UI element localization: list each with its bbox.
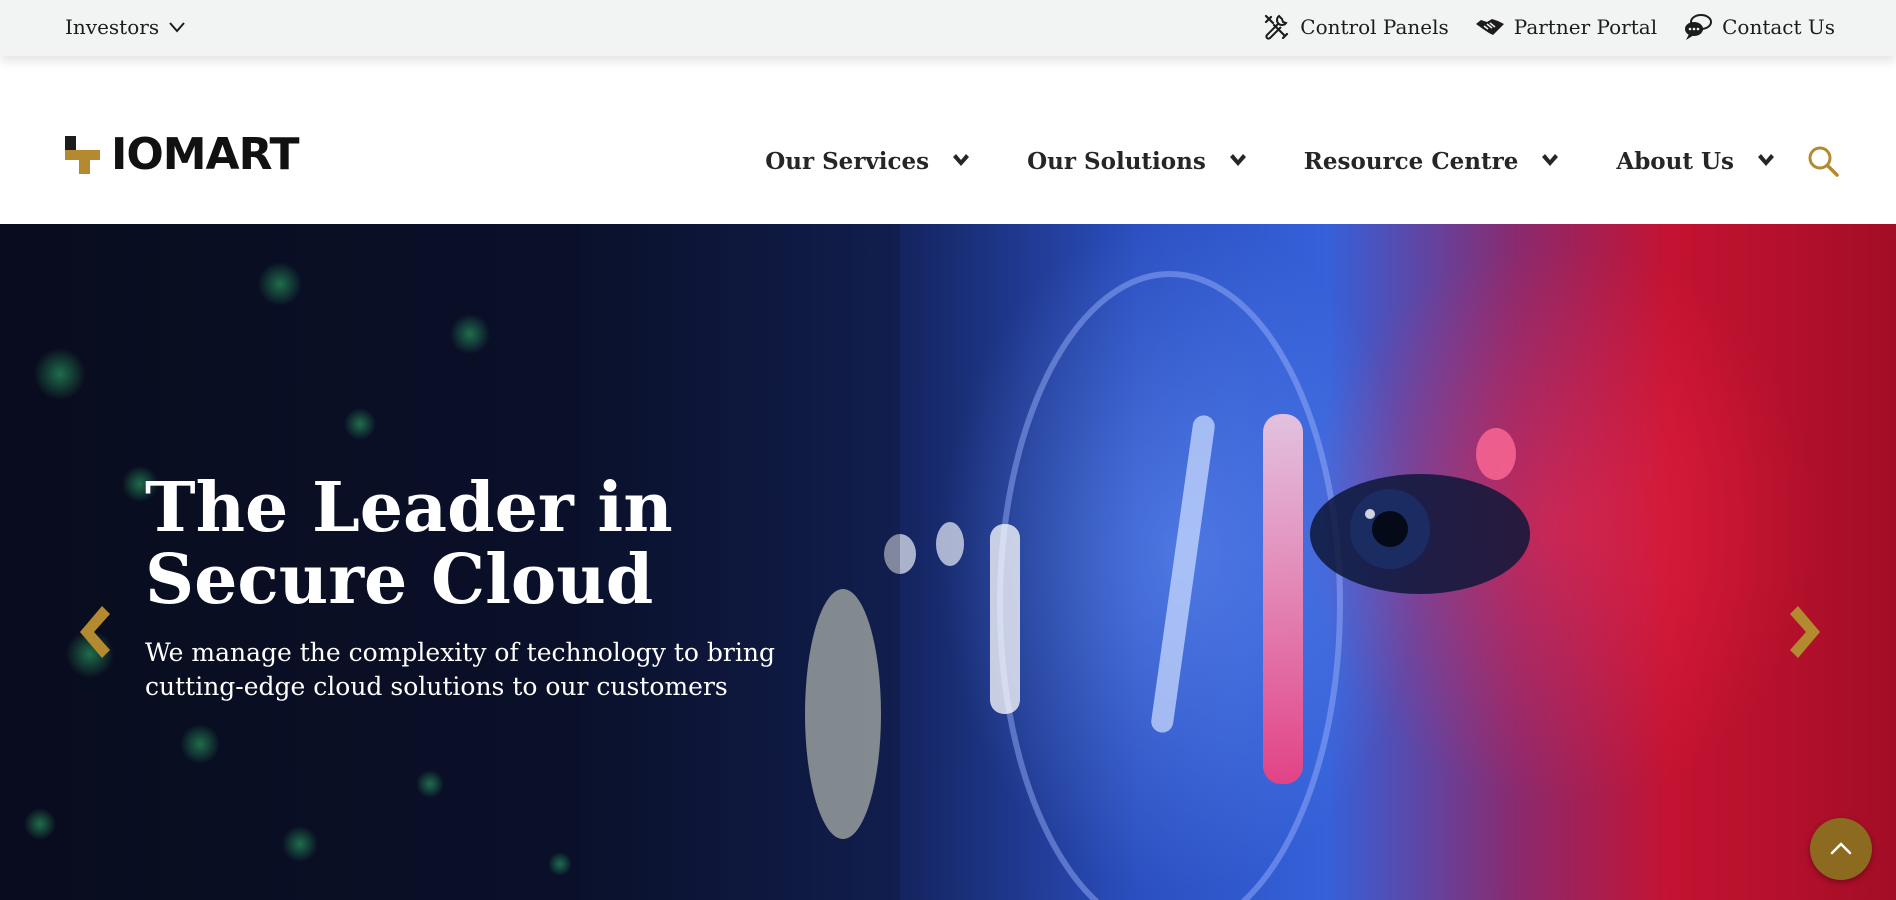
utility-links: Control Panels Partner Portal Contact Us xyxy=(1261,10,1835,44)
back-to-top-button[interactable] xyxy=(1810,818,1872,880)
nav-resource-centre[interactable]: Resource Centre xyxy=(1304,148,1561,175)
hero-title-line-1: The Leader in xyxy=(145,468,673,548)
carousel-prev-arrow-icon[interactable] xyxy=(70,602,114,662)
chevron-down-icon xyxy=(1758,154,1774,166)
logo-wordmark: IOMART xyxy=(111,129,300,180)
iomart-logo[interactable]: IOMART xyxy=(65,129,300,180)
nav-label: About Us xyxy=(1616,147,1734,175)
nav-about-us[interactable]: About Us xyxy=(1616,148,1776,175)
nav-our-solutions[interactable]: Our Solutions xyxy=(1027,148,1248,175)
hero-banner: The Leader in Secure Cloud We manage the… xyxy=(0,224,1896,900)
investors-dropdown[interactable]: Investors xyxy=(65,14,187,40)
contact-us-link[interactable]: Contact Us xyxy=(1683,12,1835,42)
hero-subtitle-line-1: We manage the complexity of technology t… xyxy=(145,638,775,667)
nav-label: Our Solutions xyxy=(1027,147,1206,175)
hero-title-line-2: Secure Cloud xyxy=(145,540,654,620)
nav-label: Resource Centre xyxy=(1303,147,1519,175)
hero-subtitle-line-2: cutting-edge cloud solutions to our cust… xyxy=(145,672,728,701)
investors-label: Investors xyxy=(65,15,160,39)
chevron-down-icon xyxy=(1229,154,1246,166)
contact-us-label: Contact Us xyxy=(1722,15,1835,39)
main-header: IOMART Our Services Our Solutions Resour… xyxy=(0,56,1896,224)
nav-label: Our Services xyxy=(765,147,930,175)
hero-subtitle: We manage the complexity of technology t… xyxy=(145,636,785,704)
utility-bar: Investors Control Panels Partner Portal xyxy=(0,0,1896,56)
control-panels-label: Control Panels xyxy=(1300,15,1449,39)
partner-portal-label: Partner Portal xyxy=(1513,15,1658,39)
control-panels-link[interactable]: Control Panels xyxy=(1261,12,1449,42)
nav-our-services[interactable]: Our Services xyxy=(765,148,971,175)
tools-icon xyxy=(1265,14,1289,40)
chevron-down-icon xyxy=(169,22,185,33)
partner-portal-link[interactable]: Partner Portal xyxy=(1475,12,1657,42)
chevron-down-icon xyxy=(953,154,970,166)
chevron-up-icon xyxy=(1830,842,1852,855)
handshake-icon xyxy=(1475,19,1504,35)
logo-mark-icon xyxy=(65,136,100,174)
search-icon[interactable] xyxy=(1806,144,1840,178)
hero-title: The Leader in Secure Cloud xyxy=(145,472,745,616)
chevron-down-icon xyxy=(1542,154,1559,166)
main-nav: Our Services Our Solutions Resource Cent… xyxy=(765,143,1840,179)
carousel-next-arrow-icon[interactable] xyxy=(1786,602,1830,662)
chat-icon xyxy=(1685,14,1713,40)
